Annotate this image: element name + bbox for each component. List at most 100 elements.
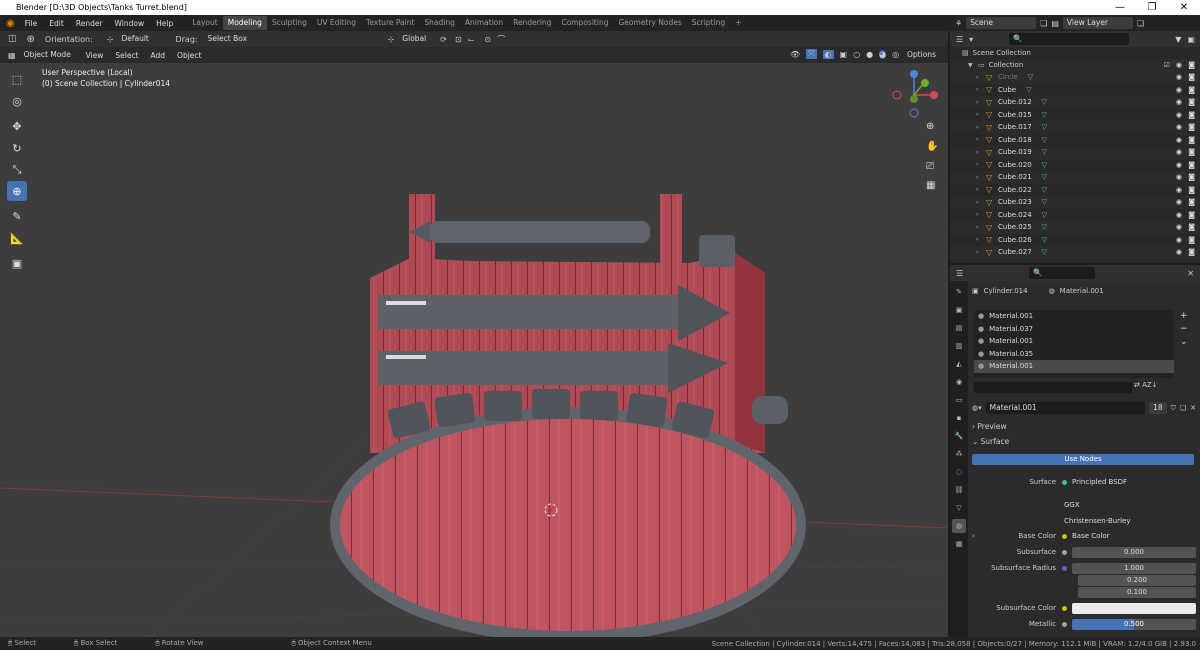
visibility-eye-icon[interactable]: ◉ (1176, 223, 1182, 231)
render-camera-icon[interactable]: ◙ (1188, 173, 1195, 181)
radius-y-value[interactable]: 0.200 (1078, 574, 1196, 586)
add-cube-tool-icon[interactable]: ▣ (7, 253, 27, 273)
tab-animation[interactable]: Animation (460, 16, 508, 30)
slot-filter-input[interactable] (974, 382, 1132, 393)
transform-orientation-dropdown[interactable]: Global (398, 33, 433, 45)
navigation-gizmo[interactable] (892, 70, 938, 118)
metallic-slider[interactable]: 0.500 (1072, 618, 1196, 630)
measure-tool-icon[interactable]: 📐 (7, 228, 27, 248)
base-color-value[interactable]: Base Color (1072, 532, 1196, 540)
new-collection-icon[interactable]: ▣ (1187, 35, 1195, 44)
expand-icon[interactable]: › (976, 136, 982, 143)
outliner-item[interactable]: › ▽ Cube ▽ ◉ ◙ (950, 84, 1200, 97)
new-scene-icon[interactable]: ❏ (1040, 19, 1047, 28)
outliner-filter-icon[interactable]: ▼ (1175, 35, 1181, 44)
visibility-eye-icon[interactable]: ◉ (1176, 248, 1182, 256)
visibility-eye-icon[interactable]: ◉ (1176, 161, 1182, 169)
visibility-eye-icon[interactable]: ◉ (1176, 173, 1182, 181)
expand-icon[interactable]: › (976, 224, 982, 231)
blender-logo-icon[interactable]: ◉ (6, 18, 15, 29)
render-camera-icon[interactable]: ◙ (1188, 98, 1195, 106)
expand-icon[interactable]: › (972, 532, 980, 540)
editor-type-icon[interactable]: ▦ (8, 51, 16, 60)
render-camera-icon[interactable]: ◙ (1188, 186, 1195, 194)
expand-icon[interactable]: › (976, 86, 982, 93)
viewport-menu-add[interactable]: Add (145, 51, 172, 60)
outliner-item[interactable]: › ▽ Cube.017 ▽ ◉ ◙ (950, 121, 1200, 134)
render-camera-icon[interactable]: ◙ (1188, 248, 1195, 256)
preview-panel-header[interactable]: › Preview (972, 422, 1007, 431)
overlay-icon[interactable]: ◐ (822, 49, 834, 59)
outliner-search-input[interactable]: 🔍 (1009, 33, 1130, 45)
mesh-data-icon[interactable]: ▽ (1042, 161, 1047, 169)
sort-icon[interactable]: ⇄ AZ↓ (1134, 381, 1158, 389)
render-camera-icon[interactable]: ◙ (1188, 136, 1195, 144)
subsurface-method-dropdown[interactable]: Christensen-Burley (1060, 515, 1196, 527)
expand-icon[interactable]: › (976, 186, 982, 193)
view-layer-field[interactable]: View Layer (1062, 17, 1133, 29)
particles-tab-icon[interactable]: ⁂ (952, 447, 966, 461)
texture-tab-icon[interactable]: ▦ (952, 537, 966, 551)
3d-viewport[interactable]: User Perspective (Local) (0) Scene Colle… (0, 63, 948, 637)
snap-target-icon[interactable]: ⌙ (468, 35, 475, 44)
view-layer-tab-icon[interactable]: ▥ (952, 339, 966, 353)
expand-icon[interactable]: › (976, 174, 982, 181)
visibility-eye-icon[interactable]: ◉ (1176, 111, 1182, 119)
shading-wire-icon[interactable]: ○ (853, 50, 860, 59)
add-slot-button[interactable]: + (1180, 310, 1188, 323)
render-camera-icon[interactable]: ◙ (1188, 211, 1195, 219)
rotate-tool-icon[interactable]: ↻ (7, 138, 27, 158)
pivot-icon[interactable]: ⟳ (440, 35, 447, 44)
outliner-item[interactable]: › ▽ Cube.022 ▽ ◉ ◙ (950, 184, 1200, 197)
mesh-data-icon[interactable]: ▽ (1042, 111, 1047, 119)
drag-dropdown[interactable]: Select Box (203, 33, 260, 45)
expand-icon[interactable]: › (976, 249, 982, 256)
slot-specials-icon[interactable]: ⌄ (1180, 336, 1188, 349)
zoom-icon[interactable]: ⊕ (926, 121, 934, 132)
expand-icon[interactable]: › (976, 124, 982, 131)
material-slot[interactable]: ● Material.037 (974, 323, 1174, 336)
scene-collection-row[interactable]: ▤ Scene Collection (950, 47, 1200, 59)
render-camera-icon[interactable]: ◙ (1188, 86, 1195, 94)
expand-icon[interactable]: › (976, 161, 982, 168)
tab-modeling[interactable]: Modeling (222, 16, 267, 30)
tab-layout[interactable]: Layout (187, 16, 223, 30)
mesh-data-icon[interactable]: ▽ (1042, 173, 1047, 181)
mesh-data-icon[interactable]: ▽ (1042, 98, 1047, 106)
modifier-tab-icon[interactable]: 🔧 (952, 429, 966, 443)
annotate-tool-icon[interactable]: ✎ (7, 206, 27, 226)
material-slot[interactable]: ● Material.001 (974, 360, 1174, 373)
visibility-eye-icon[interactable]: ◉ (1176, 148, 1182, 156)
material-slot[interactable]: ● Material.035 (974, 348, 1174, 361)
visibility-eye-icon[interactable]: ◉ (1176, 136, 1182, 144)
render-camera-icon[interactable]: ◙ (1188, 123, 1195, 131)
mesh-data-icon[interactable]: ▽ (1042, 223, 1047, 231)
expand-icon[interactable]: › (976, 236, 982, 243)
render-camera-icon[interactable]: ◙ (1188, 111, 1195, 119)
collection-checkbox[interactable]: ☑ (1164, 61, 1170, 69)
material-name-field[interactable]: Material.001 (985, 402, 1146, 414)
close-button[interactable]: ✕ (1168, 0, 1200, 15)
outliner-item[interactable]: › ▽ Cube.020 ▽ ◉ ◙ (950, 159, 1200, 172)
orientation-dropdown[interactable]: Default (117, 33, 164, 45)
menu-window[interactable]: Window (109, 19, 151, 28)
mesh-data-icon[interactable]: ▽ (1042, 148, 1047, 156)
mesh-data-icon[interactable]: ▽ (1042, 136, 1047, 144)
mesh-data-icon[interactable]: ▽ (1042, 123, 1047, 131)
menu-render[interactable]: Render (70, 19, 109, 28)
expand-icon[interactable]: › (976, 211, 982, 218)
properties-editor-icon[interactable]: ☰ (956, 269, 963, 278)
ortho-grid-icon[interactable]: ▦ (926, 180, 935, 191)
viewport-menu-object[interactable]: Object (171, 51, 207, 60)
render-camera-icon[interactable]: ◙ (1188, 198, 1195, 206)
pan-hand-icon[interactable]: ✋ (926, 141, 938, 152)
tab-scripting[interactable]: Scripting (687, 16, 730, 30)
tab-uv-editing[interactable]: UV Editing (312, 16, 361, 30)
render-camera-icon[interactable]: ◙ (1188, 61, 1195, 69)
radius-z-value[interactable]: 0.100 (1078, 586, 1196, 598)
render-tab-icon[interactable]: ▣ (952, 303, 966, 317)
falloff-icon[interactable]: ⌒ (497, 34, 505, 45)
outliner-item[interactable]: › ▽ Cube.019 ▽ ◉ ◙ (950, 146, 1200, 159)
outliner-item[interactable]: › ▽ Cube.027 ▽ ◉ ◙ (950, 246, 1200, 259)
object-tab-icon[interactable]: ▪ (952, 411, 966, 425)
